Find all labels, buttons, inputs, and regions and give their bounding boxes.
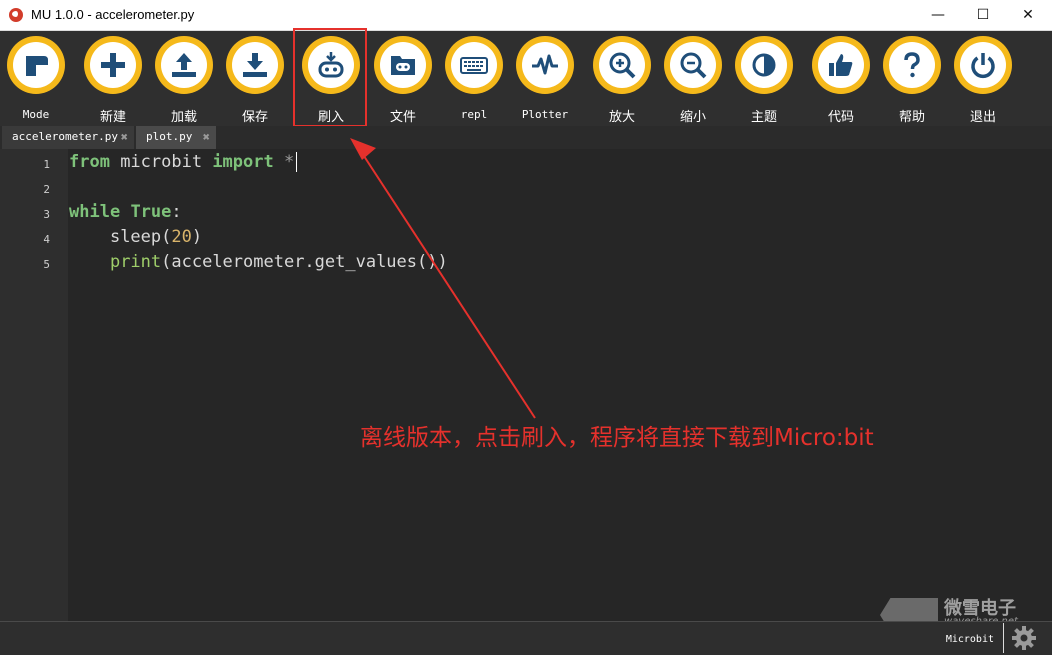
current-mode-label: Microbit — [945, 634, 994, 645]
annotation-arrow — [350, 138, 536, 419]
gear-icon — [1012, 626, 1036, 650]
status-bar: Microbit — [0, 621, 1052, 655]
annotation-text: 离线版本，点击刷入，程序将直接下载到Micro:bit — [360, 425, 874, 451]
settings-button[interactable] — [1003, 623, 1044, 653]
